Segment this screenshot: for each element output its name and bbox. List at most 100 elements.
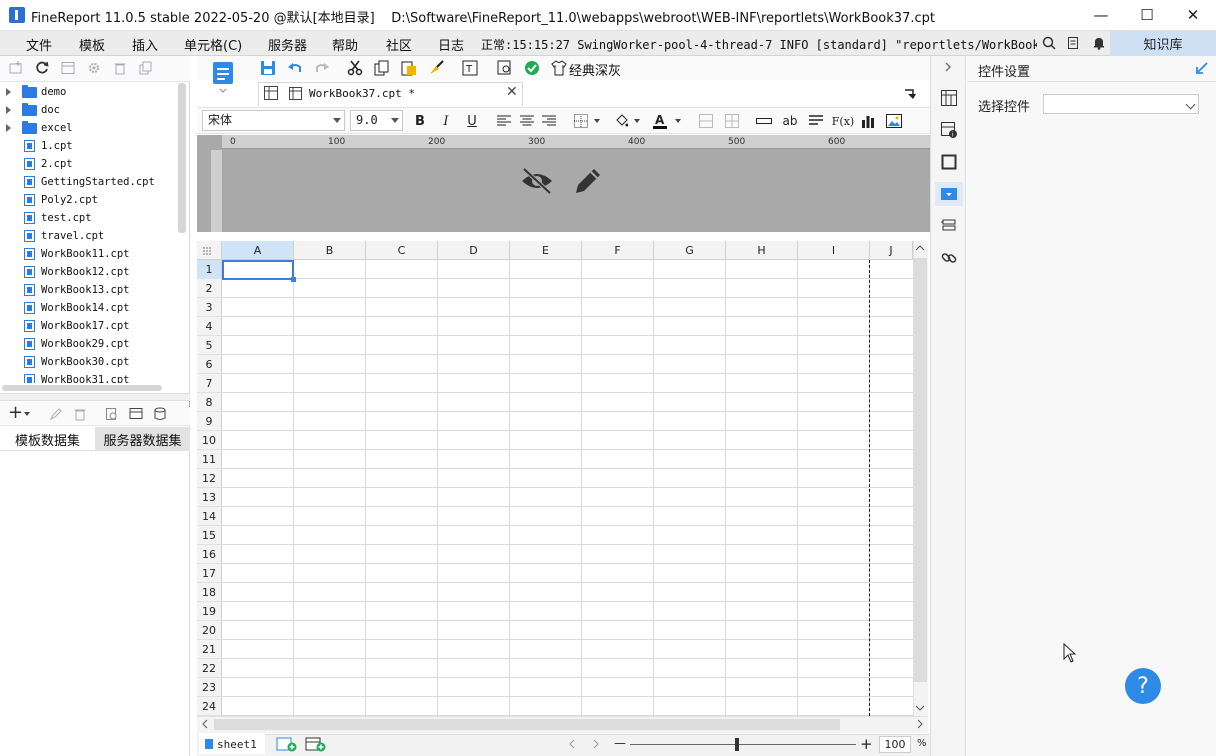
row-header[interactable]: 10 [197, 431, 222, 450]
cell-area[interactable] [222, 260, 913, 716]
widget-dropdown-icon[interactable] [939, 184, 958, 203]
copy-icon[interactable] [372, 58, 392, 78]
cell-attribute-icon[interactable]: i [939, 120, 958, 139]
zoom-value-field[interactable]: 100 [879, 736, 911, 753]
fill-color-icon[interactable] [612, 111, 630, 131]
column-header[interactable]: I [798, 241, 870, 260]
format-painter-icon[interactable] [426, 58, 446, 78]
tree-item[interactable]: doc [0, 101, 178, 119]
row-header[interactable]: 19 [197, 602, 222, 621]
template-info-icon[interactable] [60, 60, 76, 76]
row-header[interactable]: 23 [197, 678, 222, 697]
tab-close-button[interactable]: ✕ [506, 84, 518, 100]
unmerge-cells-icon[interactable] [723, 111, 741, 131]
tree-item[interactable]: 2.cpt [0, 155, 178, 173]
menu-community[interactable]: 社区 [386, 35, 412, 54]
border-icon[interactable] [572, 111, 590, 131]
image-icon[interactable] [885, 111, 903, 131]
tree-item[interactable]: travel.cpt [0, 227, 178, 245]
bell-icon[interactable] [1090, 34, 1108, 52]
text-field-icon[interactable] [755, 111, 773, 131]
text-widget-button[interactable]: ab [781, 111, 799, 131]
theme-label[interactable]: 经典深灰 [569, 60, 621, 79]
new-folder-icon[interactable] [8, 60, 24, 76]
column-header[interactable]: F [582, 241, 654, 260]
column-header[interactable]: B [294, 241, 366, 260]
chart-icon[interactable] [859, 111, 877, 131]
column-header[interactable]: J [870, 241, 913, 260]
report-header-area[interactable] [197, 135, 930, 232]
tree-item[interactable]: GettingStarted.cpt [0, 173, 178, 191]
row-header[interactable]: 4 [197, 317, 222, 336]
add-dataset-button[interactable]: + [8, 402, 23, 423]
search-icon[interactable] [1040, 34, 1058, 52]
help-button[interactable]: ? [1125, 668, 1161, 704]
font-color-dropdown-icon[interactable] [675, 119, 681, 123]
tree-vertical-scrollbar[interactable] [178, 83, 186, 233]
cut-icon[interactable] [345, 58, 365, 78]
delete-icon[interactable] [112, 60, 128, 76]
column-header[interactable]: A [222, 241, 294, 260]
splitter-handle-icon[interactable]: ⁞ [188, 400, 191, 410]
tree-item[interactable]: 1.cpt [0, 137, 178, 155]
menu-insert[interactable]: 插入 [132, 35, 158, 54]
theme-shirt-icon[interactable] [549, 58, 569, 78]
sheet-prev-icon[interactable] [568, 739, 576, 749]
template-param-icon[interactable]: T [460, 58, 480, 78]
hyperlink-icon[interactable] [939, 248, 958, 267]
zoom-slider-thumb[interactable] [735, 738, 739, 751]
select-all-corner[interactable] [197, 241, 222, 260]
select-widget-dropdown[interactable] [1043, 94, 1199, 114]
row-header[interactable]: 8 [197, 393, 222, 412]
expand-arrow-icon[interactable] [6, 124, 11, 132]
row-header[interactable]: 1 [197, 260, 222, 279]
row-header[interactable]: 7 [197, 374, 222, 393]
sheet-next-icon[interactable] [592, 739, 600, 749]
tab-list-icon[interactable] [903, 86, 917, 100]
column-header[interactable]: C [366, 241, 438, 260]
float-element-icon[interactable] [939, 152, 958, 171]
menu-log[interactable]: 日志 [438, 35, 464, 54]
fill-dropdown-icon[interactable] [634, 119, 640, 123]
row-header[interactable]: 16 [197, 545, 222, 564]
refresh-icon[interactable] [34, 60, 50, 76]
close-button[interactable]: ✕ [1170, 0, 1216, 30]
scroll-down-icon[interactable] [915, 704, 925, 712]
row-header[interactable]: 9 [197, 412, 222, 431]
menu-template[interactable]: 模板 [79, 35, 105, 54]
tree-item[interactable]: WorkBook13.cpt [0, 281, 178, 299]
menu-cell[interactable]: 单元格(C) [184, 35, 242, 54]
paragraph-icon[interactable] [807, 111, 825, 131]
tree-item[interactable]: WorkBook29.cpt [0, 335, 178, 353]
tree-item[interactable]: demo [0, 83, 178, 101]
left-panel-splitter[interactable] [0, 393, 190, 401]
preview-dataset-icon[interactable] [104, 406, 120, 422]
tree-horizontal-scrollbar[interactable] [2, 385, 162, 391]
minimize-button[interactable]: — [1078, 0, 1124, 30]
add-dataset-dropdown-icon[interactable] [24, 412, 30, 416]
zoom-slider[interactable] [630, 744, 856, 745]
font-color-icon[interactable]: A [651, 111, 669, 131]
add-poly-sheet-icon[interactable] [305, 736, 327, 752]
collapse-panel-icon[interactable] [944, 62, 952, 72]
redo-icon[interactable] [312, 58, 332, 78]
font-family-select[interactable]: 宋体 [202, 110, 345, 131]
tree-item[interactable]: WorkBook14.cpt [0, 299, 178, 317]
scroll-left-icon[interactable] [201, 719, 209, 729]
row-header[interactable]: 24 [197, 697, 222, 716]
align-center-icon[interactable] [518, 111, 536, 131]
row-header[interactable]: 18 [197, 583, 222, 602]
delete-dataset-icon[interactable] [72, 406, 88, 422]
tree-item[interactable]: WorkBook11.cpt [0, 245, 178, 263]
zoom-out-button[interactable]: — [614, 736, 626, 750]
row-header[interactable]: 5 [197, 336, 222, 355]
undo-icon[interactable] [285, 58, 305, 78]
row-header[interactable]: 20 [197, 621, 222, 640]
formula-button[interactable]: F(x) [830, 111, 856, 131]
align-left-icon[interactable] [495, 111, 513, 131]
settings-gear-icon[interactable] [86, 60, 102, 76]
zoom-in-button[interactable]: + [860, 735, 873, 753]
tab-template-dataset[interactable]: 模板数据集 [0, 427, 95, 451]
column-header[interactable]: H [726, 241, 798, 260]
underline-button[interactable]: U [463, 111, 481, 131]
